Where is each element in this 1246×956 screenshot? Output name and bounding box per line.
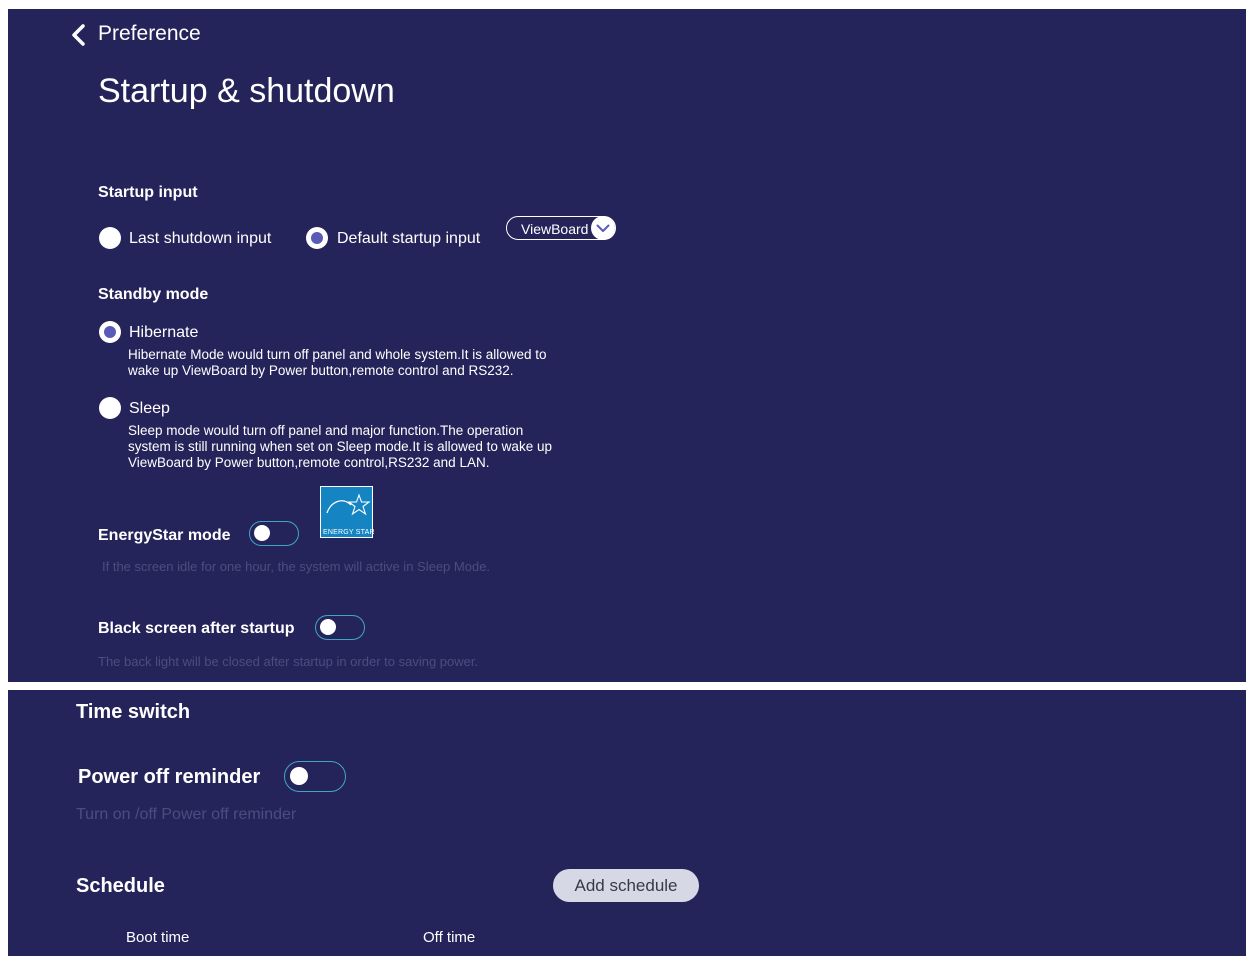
hibernate-desc-line: Hibernate Mode would turn off panel and … — [128, 347, 547, 362]
radio-hibernate-label[interactable]: Hibernate — [129, 324, 198, 342]
radio-sleep[interactable] — [99, 397, 121, 419]
radio-default-startup-label[interactable]: Default startup input — [337, 230, 480, 248]
hibernate-description: Hibernate Mode would turn off panel and … — [128, 347, 547, 379]
toggle-knob — [320, 619, 336, 635]
black-screen-label: Black screen after startup — [98, 620, 295, 637]
radio-default-startup-input[interactable] — [306, 227, 328, 249]
hibernate-desc-line: wake up ViewBoard by Power button,remote… — [128, 363, 514, 378]
sleep-description: Sleep mode would turn off panel and majo… — [128, 423, 552, 471]
toggle-knob — [290, 767, 308, 785]
radio-last-shutdown-label[interactable]: Last shutdown input — [129, 230, 271, 248]
sleep-desc-line: Sleep mode would turn off panel and majo… — [128, 423, 524, 438]
time-switch-title: Time switch — [76, 701, 191, 723]
radio-last-shutdown-input[interactable] — [99, 227, 121, 249]
back-arrow-icon[interactable] — [68, 22, 90, 48]
dropdown-value: ViewBoard — [521, 221, 589, 237]
add-schedule-button[interactable]: Add schedule — [553, 869, 699, 902]
energystar-logo-text: ENERGY STAR — [323, 529, 375, 536]
energystar-toggle[interactable] — [249, 521, 299, 546]
power-off-reminder-toggle[interactable] — [284, 761, 346, 792]
energystar-label: EnergyStar mode — [98, 527, 231, 544]
schedule-title: Schedule — [76, 875, 165, 897]
startup-input-title: Startup input — [98, 184, 198, 201]
energystar-hint: If the screen idle for one hour, the sys… — [102, 559, 491, 574]
toggle-knob — [254, 525, 270, 541]
standby-mode-title: Standby mode — [98, 286, 209, 303]
energystar-star-icon — [326, 493, 371, 516]
column-header-boot-time: Boot time — [126, 929, 190, 946]
black-screen-hint: The back light will be closed after star… — [98, 654, 479, 669]
chevron-down-icon[interactable] — [591, 216, 615, 240]
radio-sleep-label[interactable]: Sleep — [129, 400, 170, 418]
sleep-desc-line: ViewBoard by Power button,remote control… — [128, 455, 490, 470]
back-label[interactable]: Preference — [98, 22, 201, 46]
energystar-logo: ENERGY STAR — [320, 486, 375, 538]
power-off-reminder-hint: Turn on /off Power off reminder — [76, 806, 297, 823]
black-screen-toggle[interactable] — [315, 615, 365, 640]
power-off-reminder-label: Power off reminder — [78, 766, 261, 788]
sleep-desc-line: system is still running when set on Slee… — [128, 439, 552, 454]
column-header-off-time: Off time — [423, 929, 476, 946]
startup-source-dropdown[interactable]: ViewBoard — [506, 216, 616, 240]
page-title: Startup & shutdown — [98, 72, 395, 110]
radio-hibernate[interactable] — [99, 321, 121, 343]
